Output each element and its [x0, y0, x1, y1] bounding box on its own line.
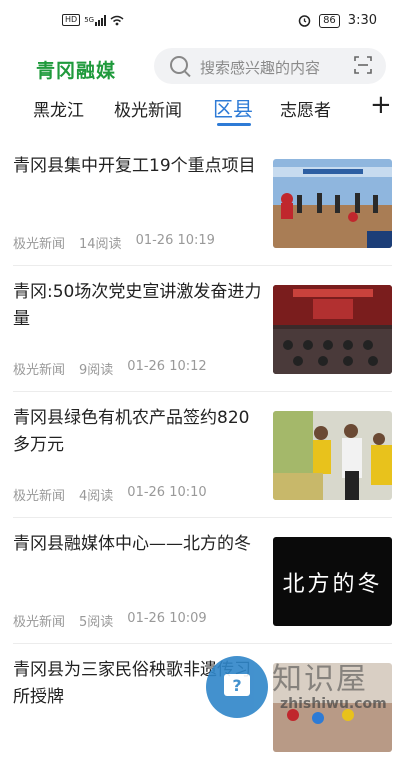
- list-item[interactable]: 青冈县融媒体中心——北方的冬 极光新闻 5阅读 01-26 10:09 北方的冬: [0, 518, 405, 644]
- article-title[interactable]: 青冈县绿色有机农产品签约820多万元: [13, 405, 263, 459]
- battery-indicator: 86: [319, 13, 340, 28]
- article-meta: 极光新闻 9阅读 01-26 10:12: [13, 359, 207, 378]
- article-reads: 4阅读: [79, 489, 114, 504]
- article-time: 01-26 10:12: [127, 359, 207, 374]
- article-source: 极光新闻: [13, 489, 66, 504]
- article-thumbnail[interactable]: [273, 411, 392, 500]
- clock: 3:30: [347, 13, 377, 28]
- tab-heilongjiang[interactable]: 黑龙江: [33, 96, 84, 121]
- app-logo: 青冈融媒: [36, 60, 117, 82]
- watermark-name: 知识屋: [272, 662, 368, 697]
- article-meta: 极光新闻 4阅读 01-26 10:10: [13, 485, 207, 504]
- list-item[interactable]: 青冈县集中开复工19个重点项目 极光新闻 14阅读 01-26 10:19: [0, 140, 405, 266]
- article-source: 极光新闻: [13, 237, 66, 252]
- tab-jiguang-news[interactable]: 极光新闻: [114, 96, 182, 121]
- hd-badge: HD: [62, 14, 81, 26]
- search-icon: [170, 56, 188, 74]
- watermark-logo-icon: ?: [206, 656, 268, 718]
- search-bar[interactable]: 搜索感兴趣的内容: [154, 48, 386, 84]
- article-title[interactable]: 青冈县融媒体中心——北方的冬: [13, 531, 263, 558]
- list-item[interactable]: 青冈县绿色有机农产品签约820多万元 极光新闻 4阅读 01-26 10:10: [0, 392, 405, 518]
- article-title[interactable]: 青冈:50场次党史宣讲激发奋进力量: [13, 279, 263, 333]
- wifi-icon: [110, 15, 124, 25]
- status-bar-right: 86 3:30: [298, 13, 377, 28]
- search-placeholder: 搜索感兴趣的内容: [200, 59, 321, 77]
- channel-tabs: | 黑龙江 极光新闻 区县 志愿者 +: [0, 90, 405, 130]
- article-time: 01-26 10:09: [127, 611, 207, 626]
- status-bar-left: HD 5G: [62, 14, 124, 26]
- svg-text:?: ?: [232, 676, 241, 695]
- article-source: 极光新闻: [13, 615, 66, 630]
- watermark: ? 知识屋 zhishiwu.com: [206, 652, 405, 720]
- article-title[interactable]: 青冈县集中开复工19个重点项目: [13, 153, 263, 180]
- app-header: 青冈融媒 搜索感兴趣的内容: [0, 44, 405, 90]
- article-reads: 14阅读: [79, 237, 122, 252]
- article-source: 极光新闻: [13, 363, 66, 378]
- signal-icon: [95, 14, 107, 26]
- article-thumbnail[interactable]: [273, 159, 392, 248]
- article-thumbnail[interactable]: 北方的冬: [273, 537, 392, 626]
- alarm-icon: [298, 15, 311, 27]
- network-type: 5G: [84, 16, 95, 24]
- thumbnail-caption: 北方的冬: [282, 571, 383, 597]
- article-thumbnail[interactable]: [273, 285, 392, 374]
- tab-partial[interactable]: |: [0, 96, 2, 116]
- tab-county[interactable]: 区县: [213, 93, 253, 122]
- article-time: 01-26 10:19: [135, 233, 215, 248]
- tab-volunteer[interactable]: 志愿者: [280, 96, 331, 121]
- active-tab-indicator: [217, 123, 251, 126]
- article-reads: 5阅读: [79, 615, 114, 630]
- article-meta: 极光新闻 5阅读 01-26 10:09: [13, 611, 207, 630]
- scan-icon[interactable]: [354, 56, 372, 74]
- add-channel-icon[interactable]: +: [370, 92, 392, 118]
- article-time: 01-26 10:10: [127, 485, 207, 500]
- status-bar: HD 5G 86 3:30: [0, 0, 405, 40]
- article-reads: 9阅读: [79, 363, 114, 378]
- watermark-url: zhishiwu.com: [280, 696, 387, 712]
- list-item[interactable]: 青冈:50场次党史宣讲激发奋进力量 极光新闻 9阅读 01-26 10:12: [0, 266, 405, 392]
- article-meta: 极光新闻 14阅读 01-26 10:19: [13, 233, 215, 252]
